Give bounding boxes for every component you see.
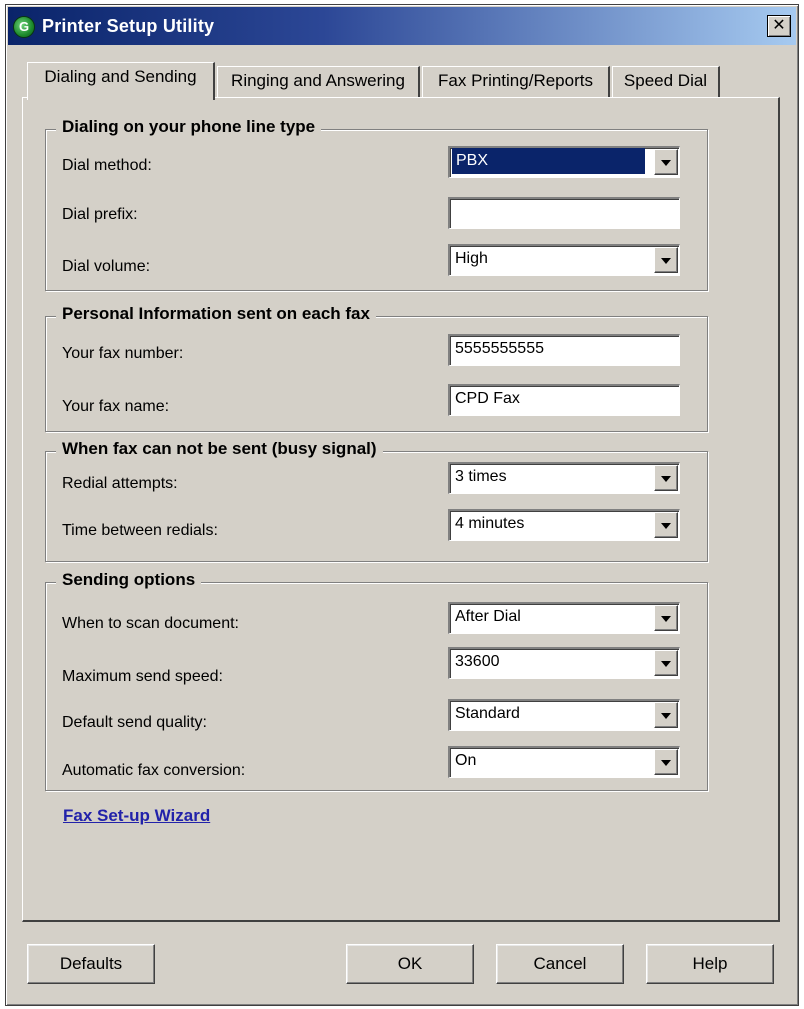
help-button[interactable]: Help [646,944,774,984]
time-between-redials-label: Time between redials: [62,522,218,539]
tab-dialing-and-sending[interactable]: Dialing and Sending [27,62,215,100]
send-quality-label: Default send quality: [62,714,207,731]
dial-method-value: PBX [452,148,645,174]
max-send-speed-label: Maximum send speed: [62,668,223,685]
scan-document-select[interactable]: After Dial [448,602,680,634]
dial-volume-label: Dial volume: [62,258,151,275]
scan-document-value: After Dial [455,608,521,625]
title-bar[interactable]: G Printer Setup Utility ✕ [8,7,796,45]
dialing-group-legend: Dialing on your phone line type [56,117,322,137]
dial-prefix-label: Dial prefix: [62,206,138,223]
fax-number-label: Your fax number: [62,345,184,362]
redial-attempts-label: Redial attempts: [62,475,178,492]
send-quality-dropdown-icon[interactable] [654,702,678,728]
time-between-redials-select[interactable]: 4 minutes [448,509,680,541]
redial-attempts-dropdown-icon[interactable] [654,465,678,491]
time-between-redials-dropdown-icon[interactable] [654,512,678,538]
scan-document-label: When to scan document: [62,615,239,632]
max-send-speed-value: 33600 [455,653,500,670]
dial-method-label: Dial method: [62,157,152,174]
dial-volume-select[interactable]: High [448,244,680,276]
tab-fax-printing-reports[interactable]: Fax Printing/Reports [422,66,610,98]
fax-conversion-label: Automatic fax conversion: [62,762,246,779]
sending-options-group-legend: Sending options [56,570,202,590]
busy-signal-group-legend: When fax can not be sent (busy signal) [56,439,383,459]
fax-number-input[interactable]: 5555555555 [448,334,680,366]
max-send-speed-dropdown-icon[interactable] [654,650,678,676]
fax-conversion-value: On [455,752,477,769]
dial-volume-dropdown-icon[interactable] [654,247,678,273]
printer-setup-icon: G [13,16,35,38]
fax-conversion-dropdown-icon[interactable] [654,749,678,775]
dial-prefix-input[interactable] [448,197,680,229]
redial-attempts-select[interactable]: 3 times [448,462,680,494]
cancel-button[interactable]: Cancel [496,944,624,984]
scan-document-dropdown-icon[interactable] [654,605,678,631]
defaults-button[interactable]: Defaults [27,944,155,984]
redial-attempts-value: 3 times [455,468,507,485]
send-quality-value: Standard [455,705,520,722]
ok-button[interactable]: OK [346,944,474,984]
dial-method-dropdown-icon[interactable] [654,149,678,175]
dial-volume-value: High [455,250,488,267]
send-quality-select[interactable]: Standard [448,699,680,731]
dial-method-select[interactable]: PBX [448,146,680,178]
close-button[interactable]: ✕ [767,15,791,37]
personal-info-group-legend: Personal Information sent on each fax [56,304,376,324]
tab-speed-dial[interactable]: Speed Dial [612,66,720,98]
fax-setup-wizard-link[interactable]: Fax Set-up Wizard [63,806,210,826]
fax-name-label: Your fax name: [62,398,170,415]
fax-name-input[interactable]: CPD Fax [448,384,680,416]
tab-ringing-and-answering[interactable]: Ringing and Answering [217,66,420,98]
fax-conversion-select[interactable]: On [448,746,680,778]
time-between-redials-value: 4 minutes [455,515,525,532]
max-send-speed-select[interactable]: 33600 [448,647,680,679]
window-title: Printer Setup Utility [42,16,215,36]
